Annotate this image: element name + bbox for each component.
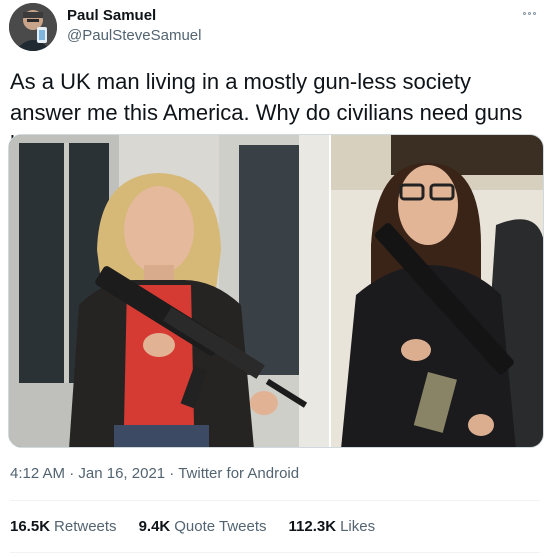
quote-tweets-label: Quote Tweets [174,518,267,535]
divider [10,500,540,501]
likes-count: 112.3K [288,518,337,535]
meta-separator: · [65,465,79,482]
photo-right[interactable] [331,135,543,447]
tweet-media[interactable] [8,134,544,448]
tweet-source[interactable]: Twitter for Android [178,465,299,482]
author-handle[interactable]: @PaulSteveSamuel [67,27,201,44]
tweet-date[interactable]: Jan 16, 2021 [78,465,165,482]
tweet-meta: 4:12 AM · Jan 16, 2021 · Twitter for And… [10,465,299,482]
tweet: Paul Samuel @PaulSteveSamuel As a UK man… [0,0,550,557]
retweets-count: 16.5K [10,518,51,535]
divider [10,552,540,553]
meta-separator: · [165,465,179,482]
more-options-icon[interactable] [518,6,540,20]
author-name[interactable]: Paul Samuel [67,7,156,24]
quote-tweets-stat[interactable]: 9.4K Quote Tweets [139,518,267,535]
avatar[interactable] [9,3,57,51]
likes-stat[interactable]: 112.3K Likes [289,518,376,535]
retweets-label: Retweets [54,518,117,535]
quote-tweets-count: 9.4K [138,518,171,535]
engagement-stats: 16.5K Retweets 9.4K Quote Tweets 112.3K Lik… [10,518,375,535]
likes-label: Likes [340,518,376,535]
tweet-time[interactable]: 4:12 AM [10,465,65,482]
retweets-stat[interactable]: 16.5K Retweets [10,518,117,535]
photo-left[interactable] [9,135,329,447]
